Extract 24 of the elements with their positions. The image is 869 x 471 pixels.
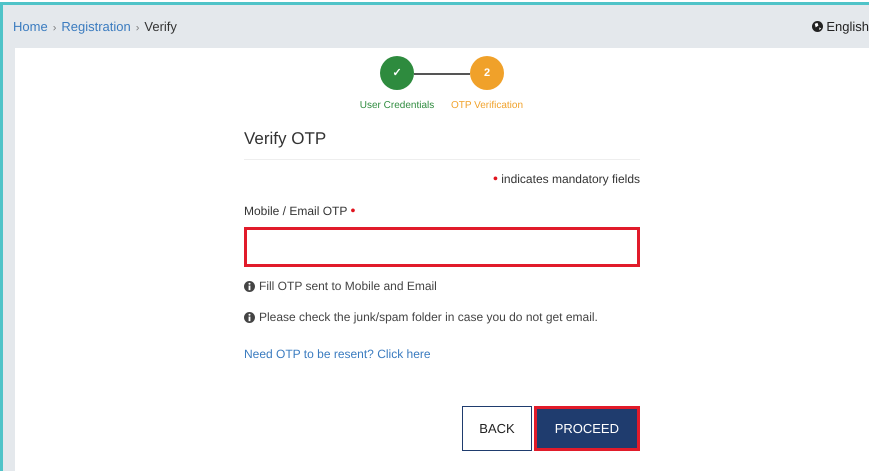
breadcrumb-link[interactable]: Home — [13, 18, 48, 34]
breadcrumb-separator: › — [52, 22, 56, 34]
hint-text: Please check the junk/spam folder in case you do not get email. — [259, 309, 598, 326]
form-title: Verify OTP — [244, 115, 640, 160]
info-icon — [244, 312, 255, 323]
required-mark: • — [350, 202, 356, 218]
hint-text: Fill OTP sent to Mobile and Email — [259, 278, 437, 296]
step-circle: ✓ — [380, 56, 414, 90]
step-circle: 2 — [470, 56, 504, 90]
proceed-button[interactable]: PROCEED — [534, 406, 640, 452]
otp-input-field[interactable] — [244, 227, 640, 268]
step-label: User Credentials — [360, 99, 434, 113]
back-button[interactable]: BACK — [462, 406, 532, 452]
resend-link[interactable]: Need OTP to be resent? Click here — [244, 345, 431, 364]
language-selector[interactable]: English — [826, 16, 869, 36]
breadcrumb-link[interactable]: Registration — [61, 18, 131, 34]
required-mark: • — [493, 170, 498, 186]
mandatory-note: indicates mandatory fields — [501, 172, 640, 186]
breadcrumb-separator: › — [136, 22, 140, 34]
info-icon — [244, 280, 255, 292]
globe-icon[interactable] — [812, 21, 824, 32]
field-label: Mobile / Email OTP — [244, 204, 348, 218]
breadcrumb-current: Verify — [144, 18, 177, 34]
step-label: OTP Verification — [450, 99, 524, 113]
